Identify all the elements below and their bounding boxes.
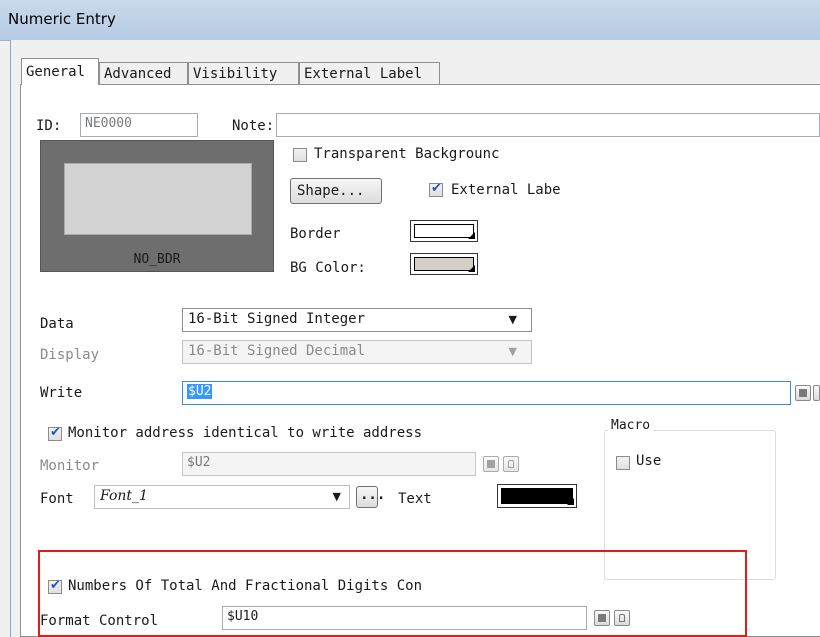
tab-visibility[interactable]: Visibility [188,62,299,84]
id-label: ID: [36,118,62,134]
macro-group-title: Macro [608,418,654,433]
window-title: Numeric Entry [8,10,116,28]
preview-caption: NO_BDR [133,252,181,267]
format-keypad-icon[interactable] [594,610,610,626]
monitor-identical-checkbox[interactable]: ✔ [48,425,62,441]
lock-glyph [508,460,514,468]
text-color-fill [501,488,573,504]
display-label: Display [40,347,100,363]
macro-use-label: Use [636,453,662,469]
write-address-input[interactable]: $U2 [182,381,791,405]
write-address-value: $U2 [187,384,213,399]
bg-color-fill [414,257,474,271]
dropdown-corner-icon [468,232,475,239]
monitor-lock-icon[interactable] [503,456,519,472]
dropdown-corner-icon [468,265,475,272]
display-value: 16-Bit Signed Decimal [188,343,366,359]
shape-preview: NO_BDR [40,140,274,272]
font-select[interactable]: Font_1 ▼ [94,485,350,509]
check-icon: ✔ [50,425,61,440]
transparent-bg-checkbox[interactable] [293,148,307,162]
keypad-glyph [598,614,606,622]
id-input[interactable]: NE0000 [80,113,198,137]
data-type-select[interactable]: 16-Bit Signed Integer ▼ [182,308,532,332]
write-address-label: Write Address: [40,385,83,400]
data-type-value: 16-Bit Signed Integer [188,311,366,327]
font-label: Font [40,491,74,507]
monitor-address-input[interactable]: $U2 [182,452,476,476]
monitor-identical-label: Monitor address identical to write addre… [68,425,423,441]
chevron-down-icon: ▼ [508,313,517,326]
check-icon: ✔ [50,578,61,593]
chevron-down-icon: ▼ [508,345,517,358]
tab-external-label[interactable]: External Label [299,62,440,84]
lock-glyph [619,614,625,622]
title-bar: Numeric Entry [0,0,820,41]
preview-inner [64,163,252,235]
external-label-label: External Labe [451,182,561,198]
border-color-picker[interactable] [410,220,478,242]
digits-control-label: Numbers Of Total And Fractional Digits C… [68,578,423,594]
note-input[interactable] [276,113,820,137]
monitor-address-label: Monitor Address: [40,458,100,473]
font-value: Font_1 [100,488,148,504]
format-lock-icon[interactable] [614,610,630,626]
transparent-bg-label: Transparent Backgrounc [314,146,500,162]
address-lock-icon[interactable] [813,385,820,401]
display-select[interactable]: 16-Bit Signed Decimal ▼ [182,340,532,364]
digits-control-checkbox[interactable]: ✔ [48,578,62,594]
bg-color-label: BG Color: [290,260,366,276]
keypad-glyph [487,460,495,468]
border-label: Border [290,226,341,242]
tab-advanced[interactable]: Advanced [99,62,188,84]
dropdown-corner-icon [567,498,574,505]
data-label: Data [40,316,74,332]
border-color-fill [414,224,474,238]
monitor-keypad-icon[interactable] [483,456,499,472]
font-browse-button[interactable]: ... [356,486,385,508]
format-control-label: Format Control [40,613,159,629]
keypad-glyph [799,389,807,397]
note-label: Note: [232,118,275,134]
macro-use-checkbox[interactable] [616,456,630,470]
address-keypad-icon[interactable] [795,385,811,401]
tab-general[interactable]: General [21,58,99,85]
external-label-checkbox[interactable]: ✔ [429,181,443,197]
check-icon: ✔ [431,181,442,196]
shape-button[interactable]: Shape... [290,178,382,204]
text-color-label: Text [398,491,432,507]
text-color-picker[interactable] [497,484,577,508]
chevron-down-icon: ▼ [332,490,341,503]
bg-color-picker[interactable] [410,253,478,275]
format-control-input[interactable]: $U10 [222,606,587,630]
